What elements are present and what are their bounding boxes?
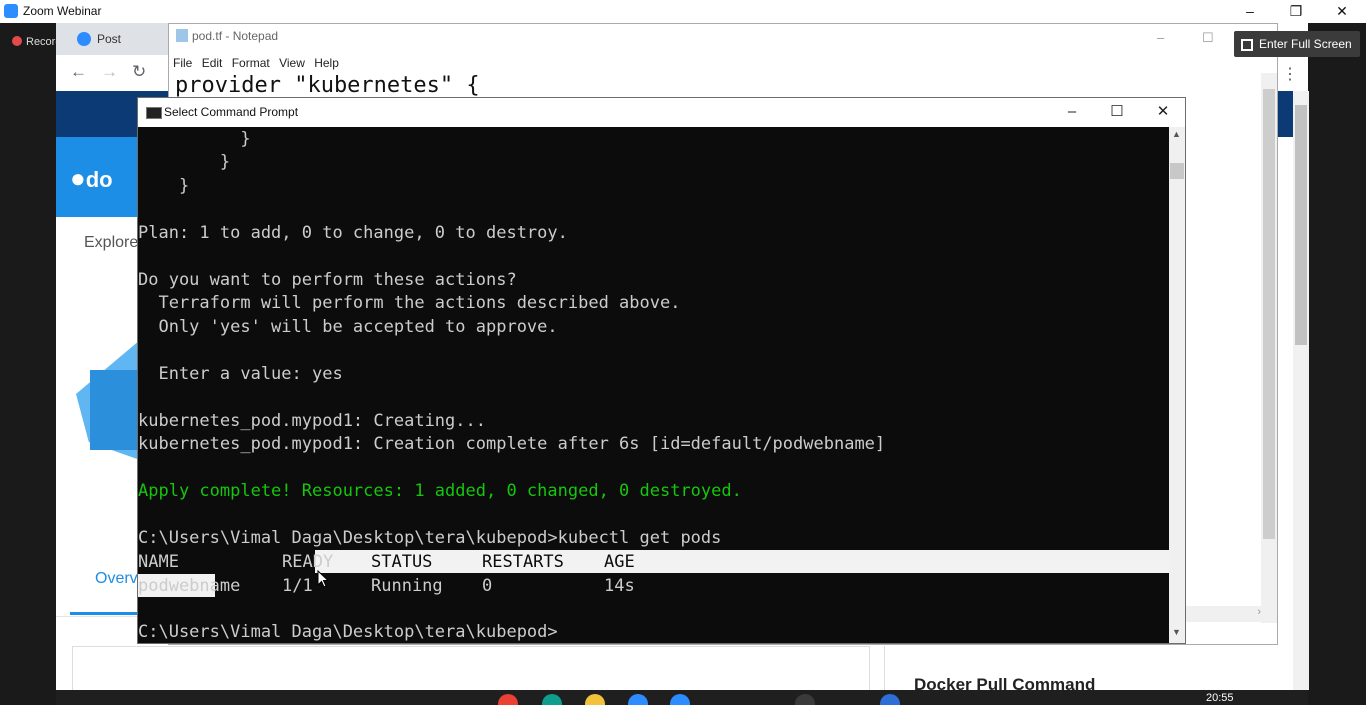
notepad-menu-bar: File Edit Format View Help bbox=[173, 56, 345, 70]
browser-tab[interactable]: Post Attendee bbox=[56, 23, 168, 78]
forward-arrow-icon[interactable]: → bbox=[101, 62, 118, 82]
cmd-icon bbox=[146, 107, 162, 119]
record-dot-icon bbox=[12, 36, 22, 46]
reload-icon[interactable]: ↻ bbox=[132, 62, 146, 82]
pod-age-cell: 14s bbox=[604, 576, 635, 596]
restore-button[interactable]: ❐ bbox=[1273, 0, 1319, 23]
col-restarts-header: RESTARTS bbox=[482, 552, 564, 572]
explore-link[interactable]: Explore bbox=[84, 234, 138, 252]
enter-fullscreen-button[interactable]: Enter Full Screen bbox=[1234, 31, 1360, 57]
notepad-minimize-button[interactable]: – bbox=[1157, 30, 1164, 45]
docker-logo-text: do bbox=[85, 167, 113, 192]
back-arrow-icon[interactable]: ← bbox=[70, 62, 87, 82]
notepad-maximize-button[interactable]: ☐ bbox=[1202, 30, 1214, 46]
console-line: Only 'yes' will be accepted to approve. bbox=[138, 317, 558, 337]
cmd-maximize-button[interactable]: ☐ bbox=[1094, 98, 1140, 127]
taskbar-clock: 20:55 bbox=[1206, 692, 1234, 704]
apply-complete-line: Apply complete! Resources: 1 added, 0 ch… bbox=[138, 481, 742, 501]
col-ready-header: READY bbox=[282, 552, 334, 572]
console-line: Enter a value: yes bbox=[138, 364, 343, 384]
menu-help[interactable]: Help bbox=[314, 56, 339, 70]
minimize-button[interactable]: – bbox=[1227, 0, 1273, 23]
console-line: kubernetes_pod.mypod1: Creation complete… bbox=[138, 434, 886, 454]
console-line: C:\Users\Vimal Daga\Desktop\tera\kubepod… bbox=[138, 528, 722, 548]
cmd-title-bar: Select Command Prompt – ☐ ✕ bbox=[138, 98, 1185, 127]
selection-highlight bbox=[315, 550, 1169, 573]
console-line: } bbox=[138, 152, 231, 172]
notepad-title: pod.tf - Notepad bbox=[176, 29, 278, 43]
notepad-scroll-thumb[interactable] bbox=[1263, 89, 1275, 539]
whale-icon: ● bbox=[70, 163, 86, 193]
console-line: Do you want to perform these actions? bbox=[138, 270, 517, 290]
cube-graphic-front bbox=[90, 370, 140, 450]
tab-overview-underline bbox=[70, 612, 138, 615]
docker-logo[interactable]: ●do bbox=[70, 163, 113, 194]
cmd-title: Select Command Prompt bbox=[164, 105, 299, 119]
pod-status-cell: Running bbox=[371, 576, 443, 596]
notepad-title-text: pod.tf - Notepad bbox=[192, 29, 279, 43]
menu-file[interactable]: File bbox=[173, 56, 192, 70]
cmd-scroll-thumb[interactable] bbox=[1170, 163, 1184, 179]
zoom-title-bar: Zoom Webinar – ❐ ✕ bbox=[0, 0, 1366, 23]
cmd-minimize-button[interactable]: – bbox=[1049, 98, 1095, 127]
cmd-close-button[interactable]: ✕ bbox=[1140, 98, 1186, 127]
menu-view[interactable]: View bbox=[279, 56, 305, 70]
readme-panel bbox=[72, 646, 870, 692]
scroll-up-icon[interactable]: ▲ bbox=[1172, 129, 1181, 139]
console-line: Plan: 1 to add, 0 to change, 0 to destro… bbox=[138, 223, 568, 243]
zoom-app-icon bbox=[4, 4, 18, 18]
console-line: kubernetes_pod.mypod1: Creating... bbox=[138, 411, 486, 431]
cmd-scrollbar[interactable]: ▲ ▼ bbox=[1169, 127, 1185, 643]
close-button[interactable]: ✕ bbox=[1319, 0, 1365, 23]
menu-edit[interactable]: Edit bbox=[202, 56, 223, 70]
command-prompt-line[interactable]: C:\Users\Vimal Daga\Desktop\tera\kubepod… bbox=[138, 622, 558, 642]
zoom-tab-icon bbox=[77, 32, 91, 46]
col-name-header: NAME bbox=[138, 552, 179, 572]
pod-name-cell: podwebname bbox=[138, 576, 241, 596]
browser-scroll-thumb[interactable] bbox=[1295, 105, 1307, 345]
zoom-window-title: Zoom Webinar bbox=[23, 4, 102, 18]
console-line: Terraform will perform the actions descr… bbox=[138, 293, 681, 313]
browser-scrollbar[interactable] bbox=[1293, 91, 1309, 690]
scroll-down-icon[interactable]: ▼ bbox=[1172, 627, 1181, 637]
browser-menu-icon[interactable]: ⋮ bbox=[1282, 64, 1298, 84]
mouse-cursor-icon bbox=[317, 570, 329, 588]
menu-format[interactable]: Format bbox=[232, 56, 270, 70]
col-age-header: AGE bbox=[604, 552, 635, 572]
pod-ready-cell: 1/1 bbox=[282, 576, 313, 596]
notepad-hscroll-arrow-icon[interactable]: › bbox=[1186, 606, 1261, 622]
console-line: } bbox=[138, 129, 251, 149]
pod-restarts-cell: 0 bbox=[482, 576, 493, 596]
fullscreen-icon bbox=[1241, 39, 1253, 51]
notepad-scrollbar[interactable] bbox=[1261, 73, 1277, 623]
notepad-icon bbox=[176, 29, 188, 42]
col-status-header: STATUS bbox=[371, 552, 433, 572]
notepad-text[interactable]: provider "kubernetes" { bbox=[175, 73, 480, 98]
console-line: } bbox=[138, 176, 190, 196]
fullscreen-label: Enter Full Screen bbox=[1259, 37, 1352, 51]
